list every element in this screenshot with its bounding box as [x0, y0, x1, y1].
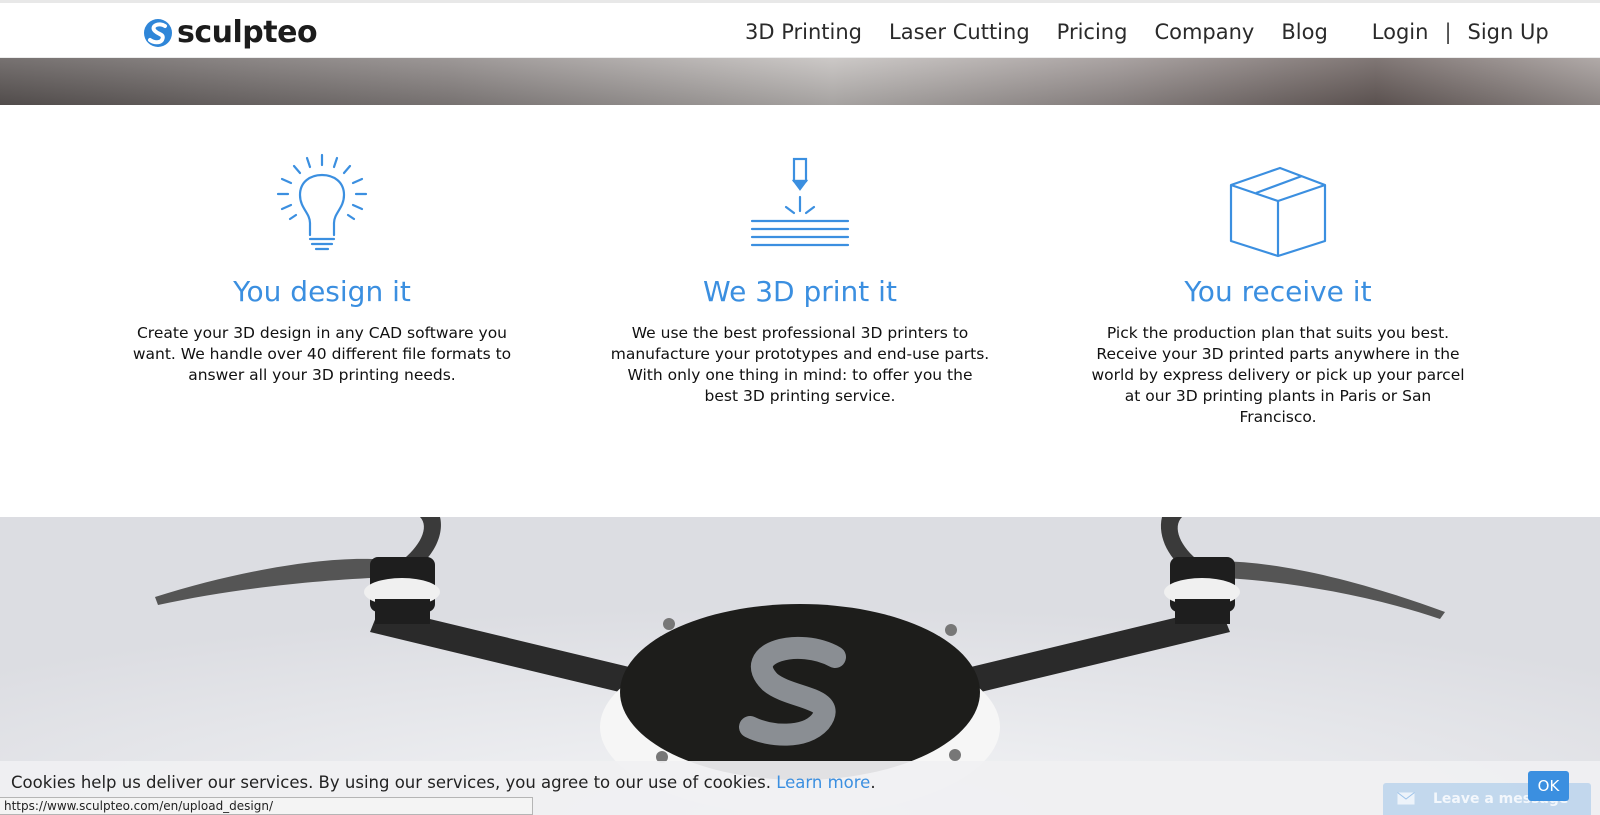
nav-3d-printing[interactable]: 3D Printing [745, 20, 862, 44]
site-header: sculpteo 3D Printing Laser Cutting Prici… [0, 0, 1600, 58]
step-print-text: We use the best professional 3D printers… [610, 324, 990, 405]
browser-status-url: https://www.sculpteo.com/en/upload_desig… [0, 797, 533, 815]
how-it-works-section: You design it Create your 3D design in a… [0, 105, 1600, 517]
step-print-title: We 3D print it [703, 275, 897, 308]
login-link[interactable]: Login [1372, 20, 1429, 44]
step-receive-text: Pick the production plan that suits you … [1091, 324, 1465, 426]
step-design-title: You design it [233, 275, 411, 308]
main-nav: 3D Printing Laser Cutting Pricing Compan… [745, 20, 1549, 44]
nav-laser-cutting[interactable]: Laser Cutting [889, 20, 1030, 44]
cookie-period: . [870, 773, 876, 792]
step-design-text: Create your 3D design in any CAD softwar… [132, 324, 512, 384]
nav-pricing[interactable]: Pricing [1057, 20, 1128, 44]
brand-name: sculpteo [177, 15, 318, 50]
nav-blog[interactable]: Blog [1281, 20, 1327, 44]
learn-more-link[interactable]: Learn more [776, 773, 870, 792]
hero-image-strip [0, 58, 1600, 105]
step-receive-title: You receive it [1184, 275, 1372, 308]
cookie-message: Cookies help us deliver our services. By… [11, 773, 876, 792]
sculpteo-logo-icon [144, 19, 172, 47]
cookie-ok-button[interactable]: OK [1528, 771, 1569, 801]
3d-printer-nozzle-icon [750, 157, 850, 247]
brand-logo[interactable]: sculpteo [143, 15, 318, 50]
nav-company[interactable]: Company [1154, 20, 1254, 44]
signup-link[interactable]: Sign Up [1468, 20, 1549, 44]
cookie-text: Cookies help us deliver our services. By… [11, 773, 771, 792]
nav-separator: | [1444, 20, 1452, 44]
lightbulb-icon [276, 153, 368, 251]
envelope-icon [1397, 792, 1415, 805]
box-icon [1229, 166, 1327, 258]
